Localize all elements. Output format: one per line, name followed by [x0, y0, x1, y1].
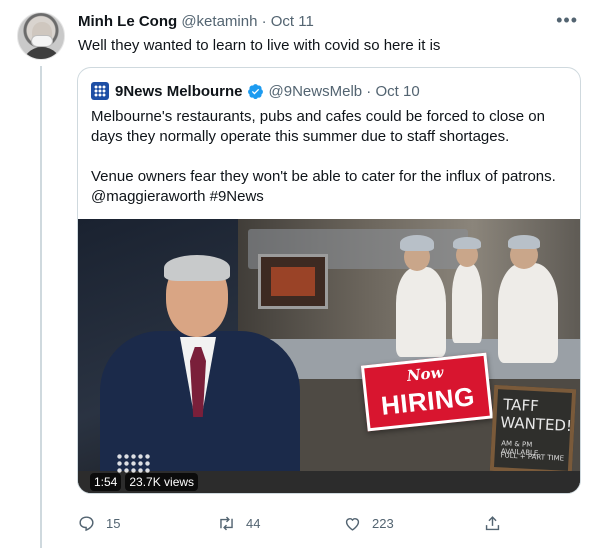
now-hiring-sign: Now HIRING [360, 352, 494, 432]
tweet-actions: 15 44 223 [77, 514, 507, 538]
reply-icon [79, 516, 94, 532]
more-icon[interactable]: ••• [556, 10, 578, 31]
author-avatar[interactable] [17, 12, 65, 60]
quoted-separator: · [366, 82, 372, 100]
share-icon [485, 516, 500, 531]
avatar-shoulders [22, 47, 62, 59]
author-handle[interactable]: @ketaminh [181, 13, 257, 30]
retweet-icon [220, 516, 233, 531]
video-views: 23.7K views [125, 473, 199, 491]
board-line-2: WANTED! [499, 413, 573, 436]
nine-news-logo-icon [91, 82, 109, 100]
video-player[interactable]: Now HIRING TAFF WANTED! AM & PM AVAILABL… [78, 219, 580, 493]
retweet-count: 44 [246, 516, 261, 531]
reply-button[interactable]: 15 [77, 514, 120, 533]
reply-count: 15 [106, 516, 121, 531]
quoted-date: Oct 10 [375, 82, 420, 100]
like-count: 223 [372, 516, 394, 531]
chef-figure-3 [498, 263, 558, 363]
chef-hat-1 [400, 235, 434, 251]
chef-figure-1 [396, 267, 446, 357]
avatar-mask [31, 35, 53, 47]
chef-figure-2 [452, 263, 482, 343]
chef-hat-2 [453, 237, 481, 249]
tweet-header: Minh Le Cong @ketaminh · Oct 11 [78, 12, 314, 32]
quoted-author-handle: @9NewsMelb [268, 82, 363, 100]
quoted-header: 9News Melbourne @9NewsMelb · Oct 10 [91, 81, 420, 101]
quoted-text-paragraph-1: Melbourne's restaurants, pubs and cafes … [91, 108, 545, 145]
board-line-1: TAFF [502, 395, 540, 416]
tweet-date[interactable]: Oct 11 [271, 13, 314, 30]
quoted-author-name: 9News Melbourne [115, 82, 243, 100]
quoted-tweet[interactable]: 9News Melbourne @9NewsMelb · Oct 10 Melb… [77, 67, 581, 494]
chef-hat-3 [508, 235, 540, 249]
author-name[interactable]: Minh Le Cong [78, 13, 177, 30]
heart-icon [345, 518, 360, 531]
anchor-hair [164, 255, 230, 281]
tweet-text: Well they wanted to learn to live with c… [78, 37, 441, 54]
verified-badge-icon [247, 83, 263, 99]
nine-network-logo-icon [116, 453, 152, 475]
video-duration: 1:54 [90, 473, 122, 491]
header-separator: · [261, 13, 267, 30]
like-button[interactable]: 223 [343, 514, 394, 533]
share-button[interactable] [483, 514, 512, 533]
retweet-button[interactable]: 44 [217, 514, 260, 533]
quoted-text: Melbourne's restaurants, pubs and cafes … [91, 107, 569, 207]
quoted-text-paragraph-2: Venue owners fear they won't be able to … [91, 168, 556, 205]
kitchen-oven [258, 254, 328, 309]
video-meta: 1:54 23.7K views [90, 473, 199, 491]
thread-line [40, 66, 42, 548]
staff-wanted-board: TAFF WANTED! AM & PM AVAILABLE FULL + PA… [489, 384, 577, 476]
